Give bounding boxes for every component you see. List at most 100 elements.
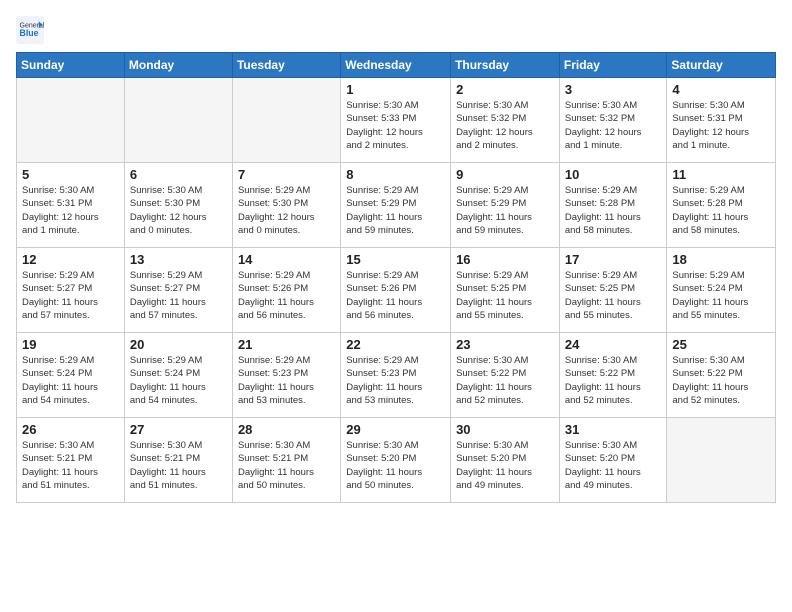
calendar-cell: 1 Sunrise: 5:30 AM Sunset: 5:33 PM Daylig… xyxy=(341,78,451,163)
calendar-cell: 24Sunrise: 5:30 AM Sunset: 5:22 PM Dayli… xyxy=(559,333,667,418)
calendar-cell xyxy=(124,78,232,163)
calendar-cell: 2 Sunrise: 5:30 AM Sunset: 5:32 PM Daylig… xyxy=(451,78,560,163)
day-number: 25 xyxy=(672,337,770,352)
calendar-cell: 14Sunrise: 5:29 AM Sunset: 5:26 PM Dayli… xyxy=(232,248,340,333)
page-container: General Blue SundayMondayTuesdayWednesda… xyxy=(0,0,792,513)
day-info: Sunrise: 5:30 AM Sunset: 5:20 PM Dayligh… xyxy=(456,439,554,492)
calendar-cell: 12 Sunrise: 5:29 AM Sunset: 5:27 PM Dayli… xyxy=(17,248,125,333)
day-info: Sunrise: 5:30 AM Sunset: 5:33 PM Dayligh… xyxy=(346,99,445,152)
day-number: 6 xyxy=(130,167,227,182)
day-number: 30 xyxy=(456,422,554,437)
calendar-cell: 10 Sunrise: 5:29 AM Sunset: 5:28 PM Dayli… xyxy=(559,163,667,248)
calendar-cell: 9 Sunrise: 5:29 AM Sunset: 5:29 PM Daylig… xyxy=(451,163,560,248)
calendar: SundayMondayTuesdayWednesdayThursdayFrid… xyxy=(16,52,776,503)
day-info: Sunrise: 5:30 AM Sunset: 5:32 PM Dayligh… xyxy=(456,99,554,152)
weekday-header-tuesday: Tuesday xyxy=(232,53,340,78)
calendar-cell xyxy=(232,78,340,163)
day-number: 15 xyxy=(346,252,445,267)
day-info: Sunrise: 5:29 AM Sunset: 5:23 PM Dayligh… xyxy=(238,354,335,407)
day-info: Sunrise: 5:29 AM Sunset: 5:24 PM Dayligh… xyxy=(672,269,770,322)
calendar-cell: 29Sunrise: 5:30 AM Sunset: 5:20 PM Dayli… xyxy=(341,418,451,503)
calendar-cell: 31 Sunrise: 5:30 AM Sunset: 5:20 PM Dayli… xyxy=(559,418,667,503)
day-number: 16 xyxy=(456,252,554,267)
weekday-header-monday: Monday xyxy=(124,53,232,78)
calendar-cell: 5 Sunrise: 5:30 AM Sunset: 5:31 PM Daylig… xyxy=(17,163,125,248)
day-number: 17 xyxy=(565,252,662,267)
day-info: Sunrise: 5:29 AM Sunset: 5:28 PM Dayligh… xyxy=(565,184,662,237)
day-number: 2 xyxy=(456,82,554,97)
week-row-3: 12 Sunrise: 5:29 AM Sunset: 5:27 PM Dayli… xyxy=(17,248,776,333)
calendar-cell: 4Sunrise: 5:30 AM Sunset: 5:31 PM Daylig… xyxy=(667,78,776,163)
day-info: Sunrise: 5:29 AM Sunset: 5:23 PM Dayligh… xyxy=(346,354,445,407)
logo-icon: General Blue xyxy=(16,16,44,44)
day-number: 10 xyxy=(565,167,662,182)
weekday-header-row: SundayMondayTuesdayWednesdayThursdayFrid… xyxy=(17,53,776,78)
day-info: Sunrise: 5:30 AM Sunset: 5:22 PM Dayligh… xyxy=(672,354,770,407)
calendar-cell: 20Sunrise: 5:29 AM Sunset: 5:24 PM Dayli… xyxy=(124,333,232,418)
calendar-cell xyxy=(667,418,776,503)
week-row-2: 5 Sunrise: 5:30 AM Sunset: 5:31 PM Daylig… xyxy=(17,163,776,248)
day-info: Sunrise: 5:30 AM Sunset: 5:22 PM Dayligh… xyxy=(565,354,662,407)
svg-text:Blue: Blue xyxy=(20,28,39,38)
week-row-1: 1 Sunrise: 5:30 AM Sunset: 5:33 PM Daylig… xyxy=(17,78,776,163)
calendar-cell: 22 Sunrise: 5:29 AM Sunset: 5:23 PM Dayli… xyxy=(341,333,451,418)
calendar-cell: 3 Sunrise: 5:30 AM Sunset: 5:32 PM Daylig… xyxy=(559,78,667,163)
day-number: 5 xyxy=(22,167,119,182)
calendar-cell: 13 Sunrise: 5:29 AM Sunset: 5:27 PM Dayli… xyxy=(124,248,232,333)
calendar-cell: 18 Sunrise: 5:29 AM Sunset: 5:24 PM Dayli… xyxy=(667,248,776,333)
calendar-cell: 15 Sunrise: 5:29 AM Sunset: 5:26 PM Dayli… xyxy=(341,248,451,333)
calendar-cell: 7Sunrise: 5:29 AM Sunset: 5:30 PM Daylig… xyxy=(232,163,340,248)
calendar-cell: 19 Sunrise: 5:29 AM Sunset: 5:24 PM Dayli… xyxy=(17,333,125,418)
calendar-cell: 27Sunrise: 5:30 AM Sunset: 5:21 PM Dayli… xyxy=(124,418,232,503)
day-info: Sunrise: 5:29 AM Sunset: 5:27 PM Dayligh… xyxy=(22,269,119,322)
day-info: Sunrise: 5:29 AM Sunset: 5:29 PM Dayligh… xyxy=(456,184,554,237)
day-number: 22 xyxy=(346,337,445,352)
day-info: Sunrise: 5:29 AM Sunset: 5:27 PM Dayligh… xyxy=(130,269,227,322)
calendar-cell: 6 Sunrise: 5:30 AM Sunset: 5:30 PM Daylig… xyxy=(124,163,232,248)
week-row-4: 19 Sunrise: 5:29 AM Sunset: 5:24 PM Dayli… xyxy=(17,333,776,418)
day-info: Sunrise: 5:29 AM Sunset: 5:24 PM Dayligh… xyxy=(22,354,119,407)
day-number: 26 xyxy=(22,422,119,437)
calendar-cell: 25 Sunrise: 5:30 AM Sunset: 5:22 PM Dayli… xyxy=(667,333,776,418)
day-info: Sunrise: 5:30 AM Sunset: 5:30 PM Dayligh… xyxy=(130,184,227,237)
day-number: 12 xyxy=(22,252,119,267)
day-info: Sunrise: 5:29 AM Sunset: 5:25 PM Dayligh… xyxy=(565,269,662,322)
calendar-cell: 17 Sunrise: 5:29 AM Sunset: 5:25 PM Dayli… xyxy=(559,248,667,333)
day-info: Sunrise: 5:30 AM Sunset: 5:31 PM Dayligh… xyxy=(672,99,770,152)
day-number: 29 xyxy=(346,422,445,437)
day-number: 20 xyxy=(130,337,227,352)
day-number: 9 xyxy=(456,167,554,182)
calendar-cell xyxy=(17,78,125,163)
day-number: 1 xyxy=(346,82,445,97)
calendar-cell: 26Sunrise: 5:30 AM Sunset: 5:21 PM Dayli… xyxy=(17,418,125,503)
day-info: Sunrise: 5:30 AM Sunset: 5:31 PM Dayligh… xyxy=(22,184,119,237)
weekday-header-saturday: Saturday xyxy=(667,53,776,78)
day-number: 31 xyxy=(565,422,662,437)
day-number: 21 xyxy=(238,337,335,352)
day-number: 13 xyxy=(130,252,227,267)
logo: General Blue xyxy=(16,16,44,44)
weekday-header-wednesday: Wednesday xyxy=(341,53,451,78)
calendar-cell: 11Sunrise: 5:29 AM Sunset: 5:28 PM Dayli… xyxy=(667,163,776,248)
day-info: Sunrise: 5:29 AM Sunset: 5:25 PM Dayligh… xyxy=(456,269,554,322)
day-number: 18 xyxy=(672,252,770,267)
day-info: Sunrise: 5:29 AM Sunset: 5:26 PM Dayligh… xyxy=(346,269,445,322)
day-number: 14 xyxy=(238,252,335,267)
weekday-header-thursday: Thursday xyxy=(451,53,560,78)
day-number: 7 xyxy=(238,167,335,182)
day-info: Sunrise: 5:30 AM Sunset: 5:20 PM Dayligh… xyxy=(565,439,662,492)
day-number: 19 xyxy=(22,337,119,352)
week-row-5: 26 Sunrise: 5:30 AM Sunset: 5:21 PM Dayli… xyxy=(17,418,776,503)
day-info: Sunrise: 5:30 AM Sunset: 5:21 PM Dayligh… xyxy=(130,439,227,492)
day-info: Sunrise: 5:30 AM Sunset: 5:32 PM Dayligh… xyxy=(565,99,662,152)
day-info: Sunrise: 5:30 AM Sunset: 5:22 PM Dayligh… xyxy=(456,354,554,407)
calendar-cell: 28Sunrise: 5:30 AM Sunset: 5:21 PM Dayli… xyxy=(232,418,340,503)
calendar-cell: 8Sunrise: 5:29 AM Sunset: 5:29 PM Daylig… xyxy=(341,163,451,248)
day-number: 11 xyxy=(672,167,770,182)
day-number: 3 xyxy=(565,82,662,97)
calendar-cell: 23Sunrise: 5:30 AM Sunset: 5:22 PM Dayli… xyxy=(451,333,560,418)
header: General Blue xyxy=(16,16,776,44)
day-number: 28 xyxy=(238,422,335,437)
calendar-cell: 21 Sunrise: 5:29 AM Sunset: 5:23 PM Dayli… xyxy=(232,333,340,418)
day-number: 8 xyxy=(346,167,445,182)
